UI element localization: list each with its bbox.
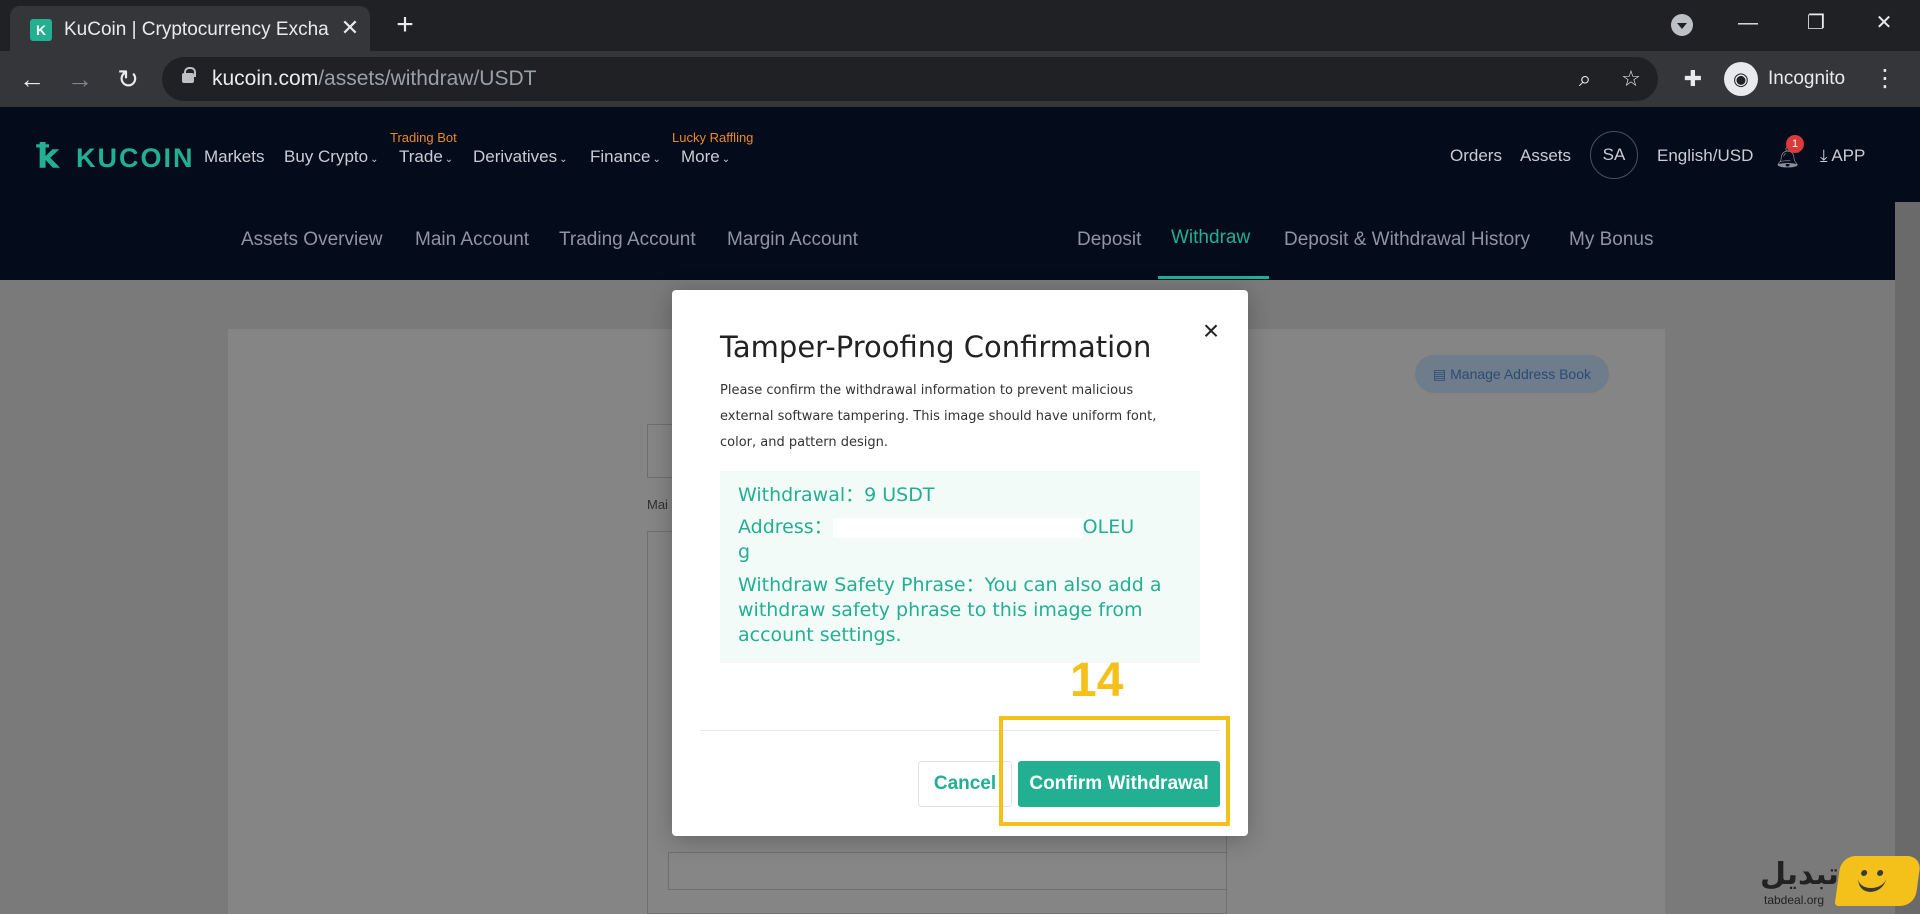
lock-icon[interactable] bbox=[182, 67, 196, 83]
bookmark-star-icon[interactable]: ☆ bbox=[1618, 66, 1644, 92]
nav-badge-trading-bot: Trading Bot bbox=[390, 130, 457, 145]
tab-close-icon[interactable]: ✕ bbox=[337, 15, 363, 41]
subnav-main-account[interactable]: Main Account bbox=[415, 229, 529, 251]
page-scrollbar[interactable] bbox=[1895, 202, 1920, 914]
nav-trade[interactable]: Trade ⌄ bbox=[399, 147, 453, 167]
subnav-withdraw[interactable]: Withdraw bbox=[1171, 227, 1250, 249]
user-avatar[interactable]: SA bbox=[1590, 131, 1638, 179]
close-window-icon[interactable]: ✕ bbox=[1864, 8, 1904, 38]
kucoin-logo[interactable]: ꝁ KUCOIN bbox=[36, 138, 193, 176]
redacted-address bbox=[832, 517, 1083, 538]
withdrawal-info-image: Withdrawal：9 USDT Address： OLEU g Withdraw… bbox=[720, 471, 1200, 663]
kucoin-favicon-icon: K bbox=[30, 19, 52, 41]
subnav-trading-account[interactable]: Trading Account bbox=[559, 229, 696, 251]
chevron-down-icon: ⌄ bbox=[721, 154, 731, 165]
step-highlight-box bbox=[999, 716, 1230, 826]
new-tab-button[interactable]: + bbox=[390, 10, 420, 40]
back-icon[interactable]: ← bbox=[16, 63, 48, 95]
chevron-down-icon: ⌄ bbox=[444, 154, 454, 165]
withdrawal-address-line: Address： OLEU g bbox=[738, 516, 1135, 563]
remark-input[interactable] bbox=[668, 852, 1227, 890]
incognito-icon: ◉ bbox=[1724, 62, 1758, 96]
subnav-margin-account[interactable]: Margin Account bbox=[727, 229, 858, 251]
tabdeal-logo-icon bbox=[1834, 856, 1920, 906]
header-assets-link[interactable]: Assets bbox=[1520, 146, 1571, 166]
withdrawal-amount-line: Withdrawal：9 USDT bbox=[738, 484, 935, 506]
subnav-assets-overview[interactable]: Assets Overview bbox=[241, 229, 382, 251]
reload-icon[interactable]: ↻ bbox=[112, 63, 144, 95]
extensions-puzzle-icon[interactable]: ✚ bbox=[1678, 64, 1708, 94]
zoom-icon[interactable]: ⌕ bbox=[1572, 66, 1598, 92]
active-tab-underline bbox=[1158, 276, 1269, 279]
safety-phrase-line: Withdraw Safety Phrase：You can also add … bbox=[738, 574, 1162, 646]
site-header: ꝁ KUCOIN Markets Buy Crypto ⌄ Trading Bot… bbox=[0, 107, 1920, 280]
tab-search-icon[interactable] bbox=[1671, 14, 1693, 36]
browser-tab-bar: K KuCoin | Cryptocurrency Exchang ✕ + — … bbox=[0, 0, 1920, 51]
nav-badge-lucky-raffling: Lucky Raffling bbox=[672, 130, 754, 145]
forward-icon[interactable]: → bbox=[64, 63, 96, 95]
minimize-icon[interactable]: — bbox=[1728, 8, 1768, 38]
cancel-button[interactable]: Cancel bbox=[918, 761, 1012, 807]
address-bar[interactable]: kucoin.com/assets/withdraw/USDT ⌕ ☆ bbox=[162, 57, 1658, 101]
modal-title: Tamper-Proofing Confirmation bbox=[720, 330, 1152, 364]
nav-more[interactable]: More ⌄ bbox=[681, 147, 730, 167]
manage-address-book-button[interactable]: ▤ Manage Address Book bbox=[1415, 355, 1609, 393]
close-icon[interactable]: × bbox=[1196, 316, 1226, 346]
nav-markets[interactable]: Markets bbox=[204, 147, 264, 167]
tab-title: KuCoin | Cryptocurrency Exchang bbox=[64, 19, 329, 40]
browser-tab[interactable]: K KuCoin | Cryptocurrency Exchang ✕ bbox=[10, 6, 370, 51]
browser-menu-icon[interactable]: ⋮ bbox=[1870, 63, 1900, 95]
subnav-my-bonus[interactable]: My Bonus bbox=[1569, 229, 1653, 251]
restore-icon[interactable]: ❐ bbox=[1796, 8, 1836, 38]
chevron-down-icon: ⌄ bbox=[370, 154, 379, 165]
chevron-down-icon: ⌄ bbox=[559, 154, 568, 165]
nav-finance[interactable]: Finance ⌄ bbox=[590, 147, 661, 167]
incognito-label: Incognito bbox=[1768, 68, 1846, 89]
watermark-brand: تبدیل bbox=[1760, 857, 1839, 892]
logo-text: KUCOIN bbox=[76, 143, 195, 173]
url-text[interactable]: kucoin.com/assets/withdraw/USDT bbox=[212, 67, 536, 91]
subnav-deposit[interactable]: Deposit bbox=[1077, 229, 1141, 251]
language-currency-selector[interactable]: English/USD bbox=[1657, 146, 1753, 166]
browser-toolbar: ← → ↻ kucoin.com/assets/withdraw/USDT ⌕ … bbox=[0, 51, 1920, 107]
incognito-profile[interactable]: ◉ Incognito bbox=[1722, 60, 1852, 98]
header-orders-link[interactable]: Orders bbox=[1450, 146, 1502, 166]
chevron-down-icon: ⌄ bbox=[652, 154, 661, 165]
kucoin-logo-icon: ꝁ bbox=[36, 138, 60, 176]
side-label: Mai bbox=[647, 497, 668, 512]
address-book-icon: ▤ bbox=[1433, 366, 1451, 382]
modal-description: Please confirm the withdrawal informatio… bbox=[720, 383, 1157, 450]
subnav-deposit-withdrawal-history[interactable]: Deposit & Withdrawal History bbox=[1284, 229, 1530, 251]
step-number: 14 bbox=[1070, 654, 1124, 707]
download-icon: ⤓ bbox=[1820, 146, 1832, 165]
nav-derivatives[interactable]: Derivatives ⌄ bbox=[473, 147, 567, 167]
watermark-url: tabdeal.org bbox=[1764, 893, 1825, 907]
notification-count-badge: 1 bbox=[1786, 135, 1804, 153]
nav-buy-crypto[interactable]: Buy Crypto ⌄ bbox=[284, 147, 378, 167]
download-app-link[interactable]: ⤓ APP bbox=[1820, 146, 1865, 166]
